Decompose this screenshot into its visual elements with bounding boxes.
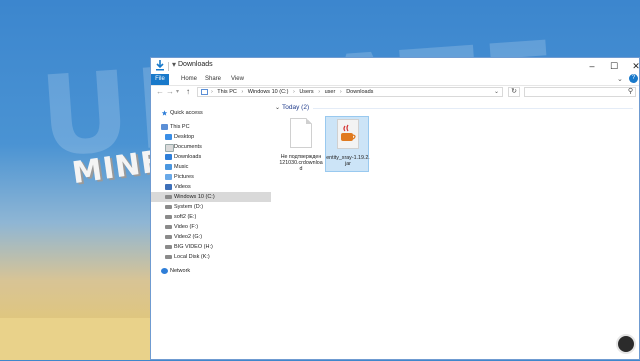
pc-icon <box>161 124 168 130</box>
tab-file[interactable]: File <box>151 74 169 85</box>
quick-access-toolbar-dropdown-icon[interactable]: ▾ <box>172 60 176 69</box>
drive-icon <box>165 195 172 199</box>
nav-item-big-video-h[interactable]: BIG VIDEO (H:) <box>151 242 271 252</box>
nav-item-this-pc[interactable]: This PC <box>151 122 271 132</box>
breadcrumb-item[interactable]: Downloads <box>346 89 373 95</box>
title-separator <box>168 62 169 71</box>
maximize-button[interactable]: ☐ <box>603 58 625 74</box>
nav-item-desktop[interactable]: Desktop <box>151 132 271 142</box>
nav-item-label: Pictures <box>174 174 194 180</box>
title-bar[interactable]: ▾ Downloads – ☐ ✕ <box>151 58 640 74</box>
background-ground <box>0 318 150 360</box>
breadcrumb-item[interactable]: Windows 10 (C:) <box>248 89 289 95</box>
folder-documents-icon <box>165 144 174 152</box>
nav-item-music[interactable]: Music <box>151 162 271 172</box>
nav-item-label: Video (F:) <box>174 224 199 230</box>
window-title: Downloads <box>178 61 213 68</box>
document-icon <box>290 118 312 148</box>
nav-item-system-d[interactable]: System (D:) <box>151 202 271 212</box>
up-arrow-icon[interactable]: ↑ <box>186 86 190 98</box>
nav-item-video-f[interactable]: Video (F:) <box>151 222 271 232</box>
nav-item-videos[interactable]: Videos <box>151 182 271 192</box>
address-dropdown-icon[interactable]: ⌄ <box>494 88 499 96</box>
pc-icon <box>201 89 208 95</box>
group-header[interactable]: ⌄ Today (2) <box>275 104 309 111</box>
nav-item-label: Local Disk (K:) <box>174 254 210 260</box>
help-icon[interactable]: ? <box>629 74 638 83</box>
forward-arrow-icon[interactable]: → <box>166 86 174 98</box>
nav-item-label: Videos <box>174 184 191 190</box>
drive-icon <box>165 245 172 249</box>
folder-pictures-icon <box>165 174 172 180</box>
group-header-label: Today (2) <box>282 104 310 111</box>
breadcrumb-item[interactable]: Users <box>299 89 313 95</box>
nav-item-pictures[interactable]: Pictures <box>151 172 271 182</box>
nav-item-label: System (D:) <box>174 204 204 210</box>
file-explorer-window: ▾ Downloads – ☐ ✕ File Home Share View ⌄… <box>150 57 640 360</box>
nav-item-label: Video2 (G:) <box>174 234 203 240</box>
folder-downloads-icon <box>165 154 172 160</box>
nav-item-local-disk-k[interactable]: Local Disk (K:) <box>151 252 271 262</box>
nav-item-label: Quick access <box>170 110 203 116</box>
folder-videos-icon <box>165 184 172 190</box>
star-icon <box>161 110 168 116</box>
search-icon: ⚲ <box>627 88 633 95</box>
address-bar-row: ← → ▾ ↑ › This PC › Windows 10 (C:) › Us… <box>151 86 639 98</box>
drive-icon <box>165 225 172 229</box>
file-item-selected[interactable]: entity_xray-1.19.2.jar <box>325 116 370 172</box>
address-bar[interactable]: › This PC › Windows 10 (C:) › Users › us… <box>197 87 503 97</box>
nav-item-label: Desktop <box>174 134 195 140</box>
nav-item-documents[interactable]: Documents <box>151 142 271 152</box>
tab-home[interactable]: Home <box>177 74 201 85</box>
back-arrow-icon[interactable]: ← <box>156 86 164 98</box>
network-icon <box>161 268 168 274</box>
file-name: entity_xray-1.19.2.jar <box>326 155 370 167</box>
nav-item-network[interactable]: Network <box>151 266 271 276</box>
breadcrumb: › This PC › Windows 10 (C:) › Users › us… <box>211 89 374 95</box>
navigation-pane: Quick access This PC Desktop Documents D… <box>151 102 271 361</box>
nav-item-label: BIG VIDEO (H:) <box>174 244 213 250</box>
nav-item-quick-access[interactable]: Quick access <box>151 108 271 118</box>
collapse-chevron-icon: ⌄ <box>275 105 281 111</box>
nav-item-label: Documents <box>174 144 202 150</box>
minimize-button[interactable]: – <box>581 58 603 74</box>
refresh-button[interactable]: ↻ <box>508 87 520 97</box>
nav-item-label: Windows 10 (C:) <box>174 194 215 200</box>
expand-ribbon-icon[interactable]: ⌄ <box>617 75 623 83</box>
drive-icon <box>165 205 172 209</box>
drive-icon <box>165 255 172 259</box>
channel-watermark-icon <box>616 334 636 354</box>
nav-item-windows-10-c[interactable]: Windows 10 (C:) <box>151 192 271 202</box>
downloads-folder-icon <box>156 60 164 71</box>
nav-item-downloads[interactable]: Downloads <box>151 152 271 162</box>
file-name: Не подтвержден 121030.crdownload <box>279 154 323 172</box>
folder-music-icon <box>165 164 172 170</box>
nav-item-label: Downloads <box>174 154 202 160</box>
tab-view[interactable]: View <box>227 74 248 85</box>
file-item[interactable]: Не подтвержден 121030.crdownload <box>279 116 323 172</box>
drive-icon <box>165 215 172 219</box>
nav-item-label: Music <box>174 164 189 170</box>
nav-item-label: Network <box>170 268 191 274</box>
search-input[interactable]: ⚲ <box>524 87 636 97</box>
file-list: ⌄ Today (2) Не подтвержден 121030.crdownl… <box>273 102 639 361</box>
nav-item-soft2-e[interactable]: soft2 (E:) <box>151 212 271 222</box>
java-jar-icon <box>337 119 359 149</box>
group-divider <box>313 108 633 109</box>
drive-icon <box>165 235 172 239</box>
breadcrumb-item[interactable]: user <box>325 89 336 95</box>
close-button[interactable]: ✕ <box>625 58 640 74</box>
nav-item-label: soft2 (E:) <box>174 214 197 220</box>
tab-share[interactable]: Share <box>201 74 225 85</box>
recent-locations-icon[interactable]: ▾ <box>176 86 179 98</box>
breadcrumb-item[interactable]: This PC <box>217 89 237 95</box>
nav-item-video2-g[interactable]: Video2 (G:) <box>151 232 271 242</box>
folder-desktop-icon <box>165 134 172 140</box>
nav-item-label: This PC <box>170 124 190 130</box>
ribbon-tabs: File Home Share View ⌄ ? <box>151 74 639 86</box>
